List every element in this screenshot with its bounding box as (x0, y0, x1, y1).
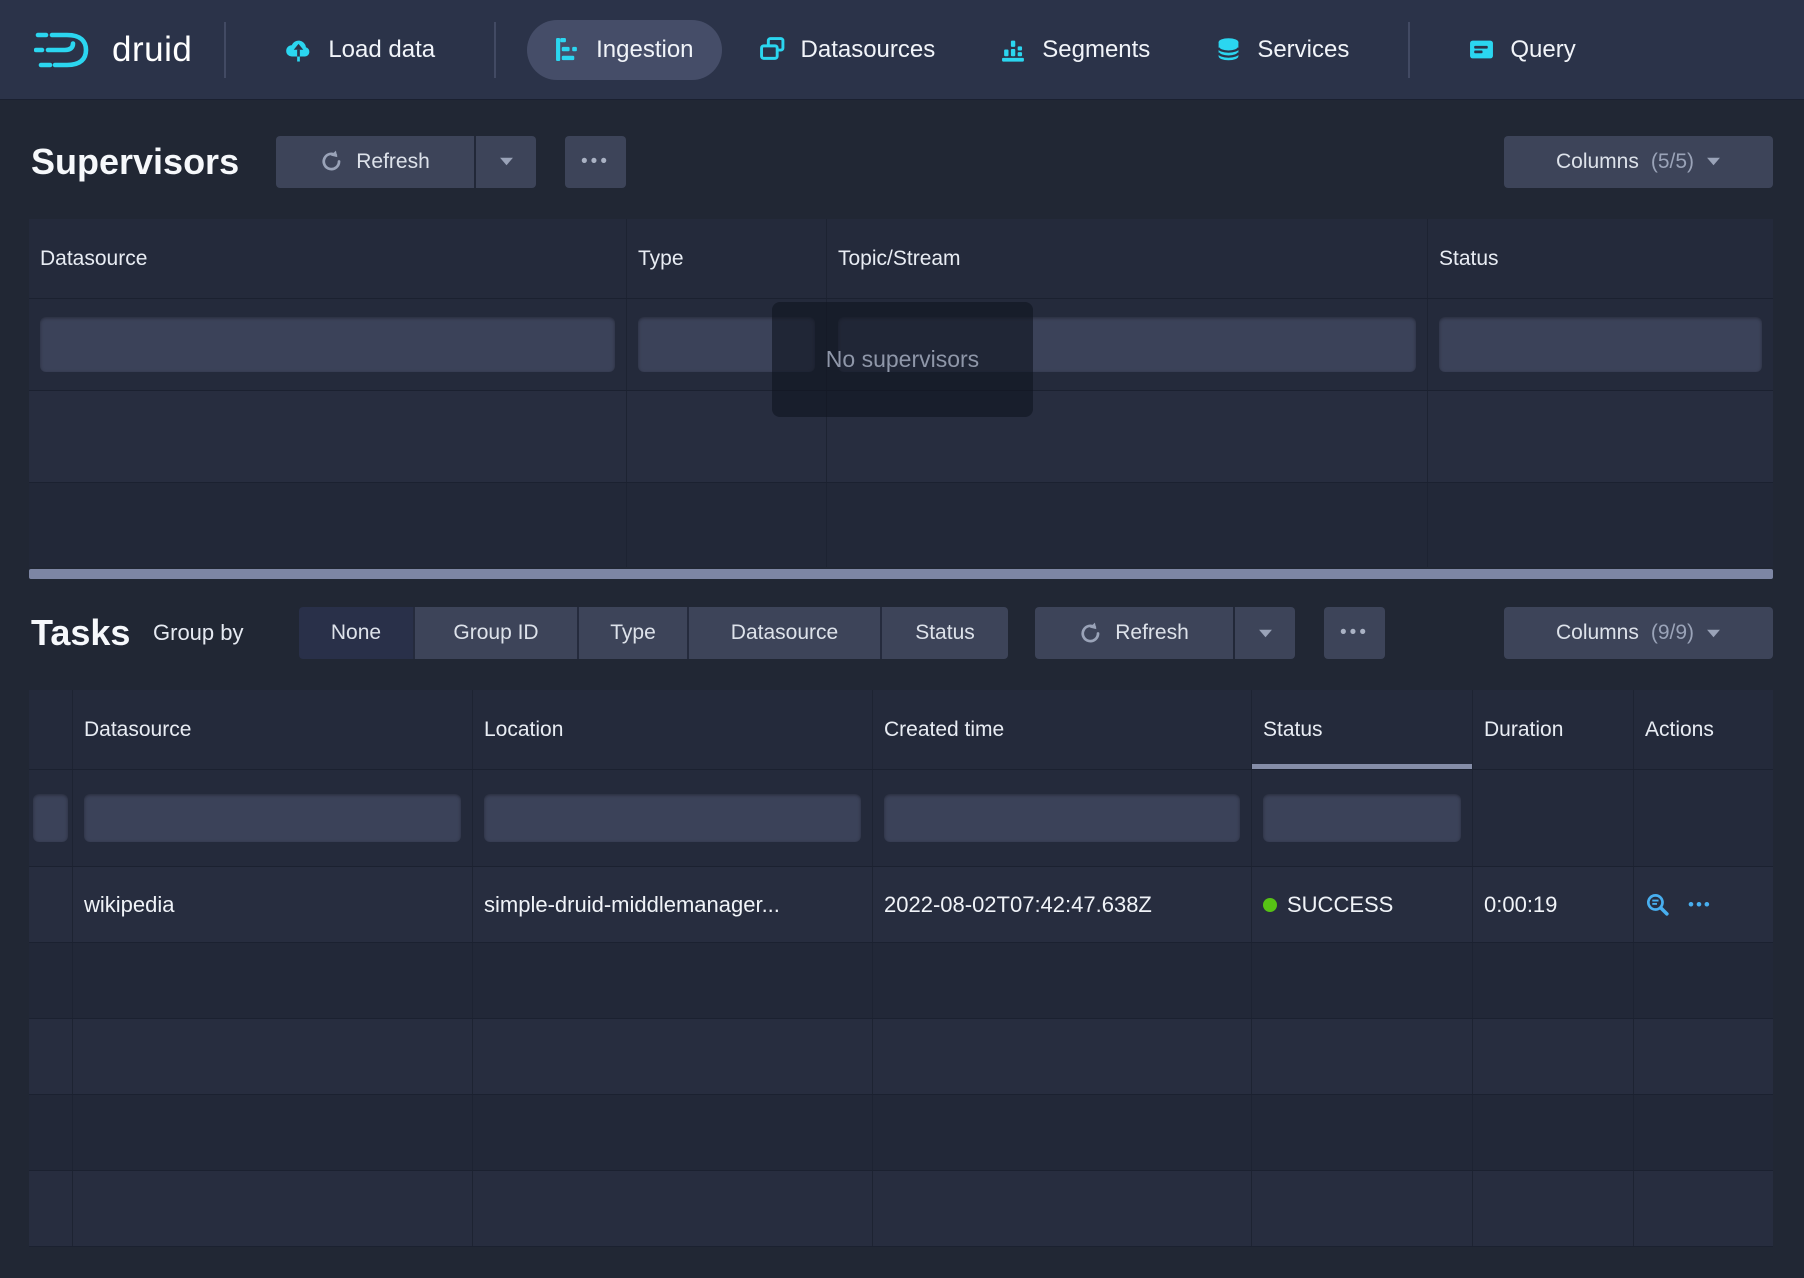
tasks-toolbar: Tasks Group by None Group ID Type Dataso… (0, 607, 1804, 659)
group-by-status-button[interactable]: Status (880, 607, 1008, 659)
supervisors-header-row: Datasource Type Topic/Stream Status (29, 219, 1773, 299)
nav-item-label: Load data (328, 36, 435, 64)
inspect-magnifier-icon[interactable] (1645, 892, 1670, 917)
query-icon (1469, 37, 1494, 62)
column-header-topic-stream[interactable]: Topic/Stream (827, 219, 1428, 298)
group-by-datasource-button[interactable]: Datasource (687, 607, 880, 659)
nav-item-label: Ingestion (596, 36, 693, 64)
table-row (29, 1019, 1773, 1095)
supervisors-table: No supervisors Datasource Type Topic/Str… (29, 219, 1773, 567)
druid-logo-icon (34, 27, 98, 73)
nav-item-label: Segments (1042, 36, 1150, 64)
refresh-icon (320, 150, 343, 173)
group-by-type-button[interactable]: Type (577, 607, 687, 659)
supervisors-columns-button[interactable]: Columns (5/5) (1504, 136, 1773, 188)
nav-item-load-data[interactable]: Load data (257, 20, 463, 80)
nav-divider (1408, 22, 1410, 78)
narrow-filter-input[interactable] (33, 794, 68, 842)
row-actions-more-icon[interactable]: ••• (1688, 895, 1712, 915)
brand-name: druid (112, 30, 192, 70)
column-header-datasource[interactable]: Datasource (73, 690, 473, 769)
status-success-dot-icon (1263, 898, 1277, 912)
column-header-created-time[interactable]: Created time (873, 690, 1252, 769)
group-by-label: Group by (153, 620, 265, 646)
column-header-actions[interactable]: Actions (1634, 690, 1773, 769)
chevron-down-icon (1706, 157, 1721, 166)
table-row (29, 1095, 1773, 1171)
refresh-icon (1079, 622, 1102, 645)
tasks-columns-button[interactable]: Columns (9/9) (1504, 607, 1773, 659)
datasources-icon (760, 37, 785, 62)
brand[interactable]: druid (34, 27, 192, 73)
task-duration-cell: 0:00:19 (1473, 867, 1634, 942)
cloud-upload-icon (285, 38, 312, 62)
nav-divider (224, 22, 226, 78)
top-nav: druid Load data Ingestion Datasources (0, 0, 1804, 100)
datasource-filter-input[interactable] (84, 794, 461, 842)
column-header-duration[interactable]: Duration (1473, 690, 1634, 769)
supervisors-toolbar: Supervisors Refresh ••• Columns (5/5) (0, 135, 1804, 188)
table-row (29, 943, 1773, 1019)
horizontal-scrollbar[interactable] (29, 569, 1773, 579)
tasks-more-button[interactable]: ••• (1324, 607, 1385, 659)
nav-item-services[interactable]: Services (1188, 20, 1377, 80)
task-created-time-cell: 2022-08-02T07:42:47.638Z (873, 867, 1252, 942)
nav-item-label: Query (1510, 36, 1575, 64)
nav-item-label: Services (1257, 36, 1349, 64)
columns-label: Columns (1556, 621, 1639, 645)
supervisors-more-button[interactable]: ••• (565, 136, 626, 188)
task-location-cell: simple-druid-middlemanager... (473, 867, 873, 942)
nav-divider (494, 22, 496, 78)
created-time-filter-input[interactable] (884, 794, 1240, 842)
column-header-type[interactable]: Type (627, 219, 827, 298)
columns-count: (9/9) (1651, 621, 1694, 645)
more-icon: ••• (581, 151, 610, 173)
location-filter-input[interactable] (484, 794, 861, 842)
table-row (29, 483, 1773, 567)
status-filter-input[interactable] (1263, 794, 1461, 842)
tasks-refresh-caret-button[interactable] (1233, 607, 1295, 659)
table-row (29, 1171, 1773, 1247)
status-text: SUCCESS (1287, 892, 1393, 918)
chevron-down-icon (1258, 629, 1273, 638)
tasks-filter-row (29, 770, 1773, 867)
services-icon (1216, 37, 1241, 62)
refresh-label: Refresh (356, 150, 430, 174)
refresh-label: Refresh (1115, 621, 1189, 645)
column-header-status-sorted[interactable]: Status (1252, 690, 1473, 769)
task-status-cell: SUCCESS (1252, 867, 1473, 942)
group-by-button-group: None Group ID Type Datasource Status (299, 607, 1008, 659)
tasks-refresh-button[interactable]: Refresh (1035, 607, 1233, 659)
task-actions-cell: ••• (1634, 867, 1773, 942)
task-row-wikipedia: wikipedia simple-druid-middlemanager... … (29, 867, 1773, 943)
column-header-status[interactable]: Status (1428, 219, 1773, 298)
supervisors-refresh-caret-button[interactable] (474, 136, 536, 188)
tasks-title: Tasks (31, 612, 153, 654)
nav-item-label: Datasources (801, 36, 936, 64)
column-header-location[interactable]: Location (473, 690, 873, 769)
nav-item-ingestion[interactable]: Ingestion (527, 20, 721, 80)
group-by-none-button[interactable]: None (299, 607, 413, 659)
supervisors-refresh-button[interactable]: Refresh (276, 136, 474, 188)
datasource-filter-input[interactable] (40, 317, 615, 372)
columns-count: (5/5) (1651, 150, 1694, 174)
status-filter-input[interactable] (1439, 317, 1762, 372)
tasks-header-row: Datasource Location Created time Status … (29, 690, 1773, 770)
columns-label: Columns (1556, 150, 1639, 174)
more-icon: ••• (1340, 622, 1369, 644)
nav-item-query[interactable]: Query (1441, 20, 1603, 80)
supervisors-empty-message: No supervisors (772, 302, 1033, 417)
chevron-down-icon (499, 157, 514, 166)
supervisors-title: Supervisors (31, 141, 276, 183)
segments-icon (1001, 37, 1026, 62)
ingestion-icon (555, 37, 580, 62)
column-header-datasource[interactable]: Datasource (29, 219, 627, 298)
task-datasource-cell: wikipedia (73, 867, 473, 942)
nav-item-datasources[interactable]: Datasources (732, 20, 964, 80)
tasks-table: Datasource Location Created time Status … (29, 690, 1773, 1247)
group-by-group-id-button[interactable]: Group ID (413, 607, 577, 659)
column-header-blank (29, 690, 73, 769)
chevron-down-icon (1706, 629, 1721, 638)
nav-item-segments[interactable]: Segments (973, 20, 1178, 80)
